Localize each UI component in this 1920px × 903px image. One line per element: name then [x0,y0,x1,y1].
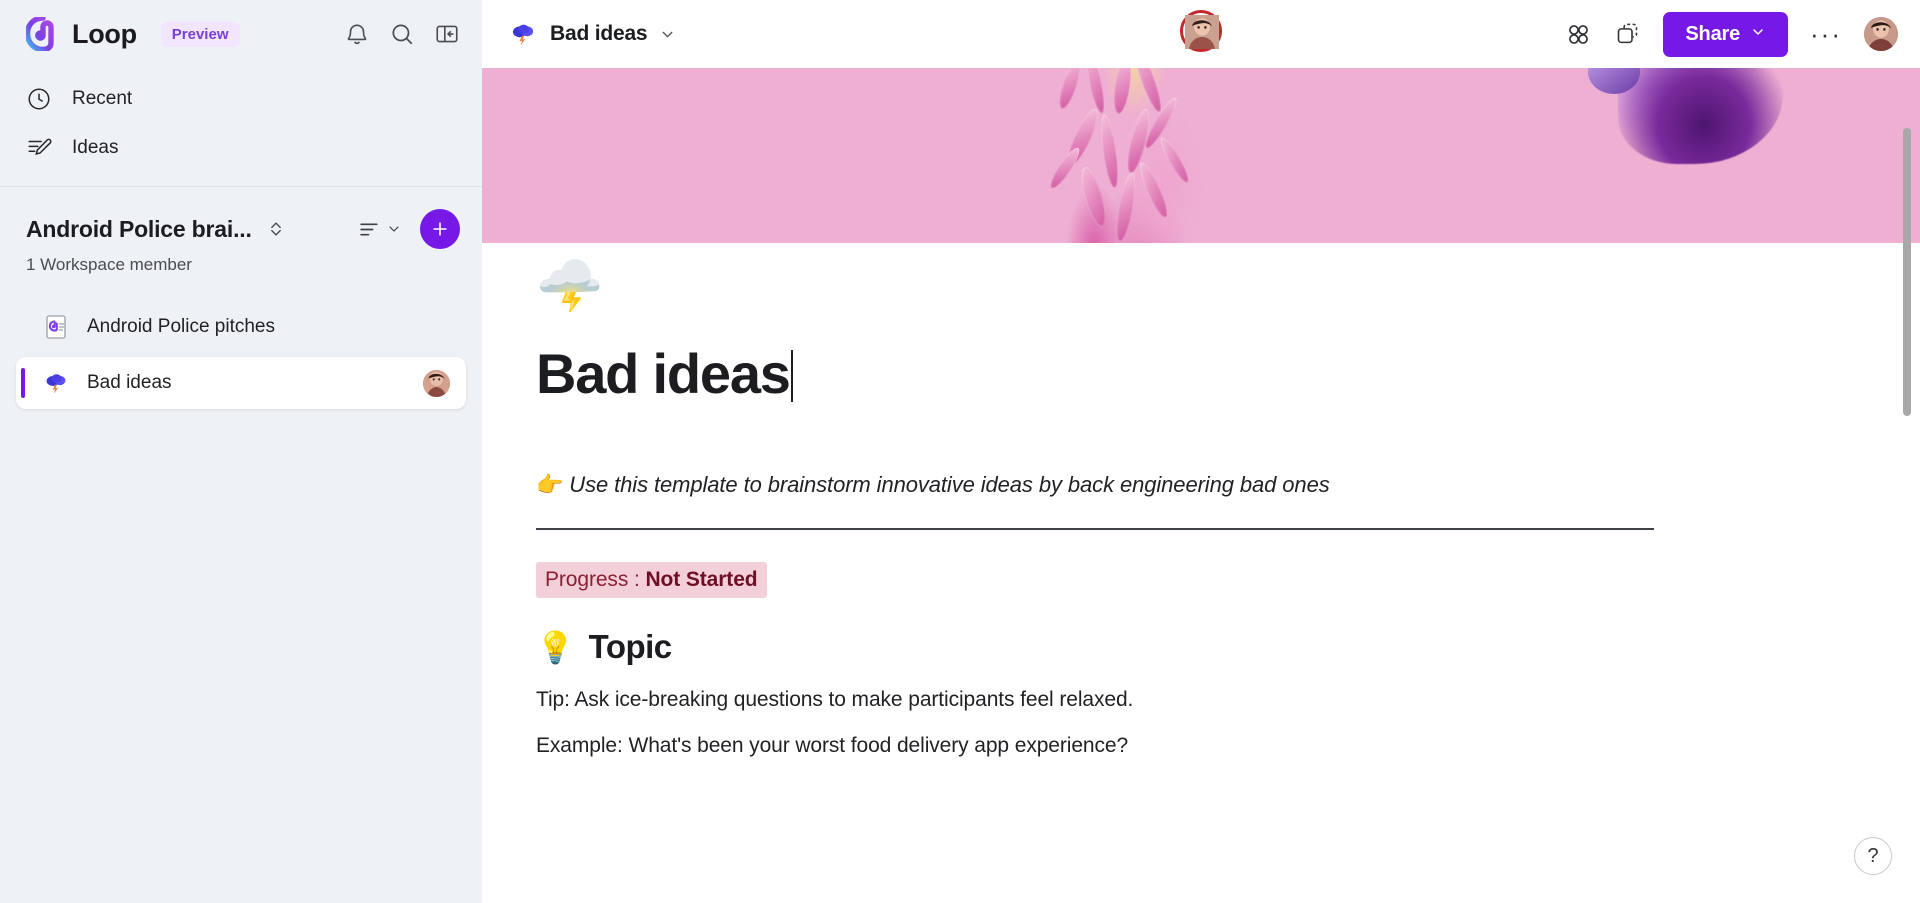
section-heading: 💡 Topic [536,628,1848,666]
document-body: 🌩️ Bad ideas 👉 Use this template to brain… [482,259,1920,798]
page-title-text: Bad ideas [536,342,791,405]
share-button[interactable]: Share [1663,11,1789,57]
scrollbar[interactable] [1902,68,1912,903]
page-list: Android Police pitches Bad ideas [0,301,482,409]
page-label: Bad ideas [87,372,172,393]
horizontal-rule [536,528,1654,530]
text-cursor [790,350,793,402]
clock-icon [26,86,52,112]
cover-blob-right [1618,68,1784,164]
cloud-lightning-emoji-icon [508,19,538,49]
workspace-title: Android Police brai... [26,215,252,242]
apps-grid-icon[interactable] [1565,21,1592,48]
preview-badge: Preview [160,21,240,47]
cloud-lightning-emoji-icon [42,369,70,397]
collapse-sidebar-icon[interactable] [434,21,460,47]
paragraph-tip[interactable]: Tip: Ask ice-breaking questions to make … [536,688,1848,712]
workspace-header: Android Police brai... 1 Workspace membe… [0,187,482,275]
workspace-members: 1 Workspace member [26,255,192,274]
chevron-down-icon [1750,23,1766,46]
search-icon[interactable] [389,21,415,47]
status-badge[interactable]: Progress : Not Started [536,562,767,598]
loop-page-icon [42,313,70,341]
progress-label: Progress : [545,568,646,591]
help-button[interactable]: ? [1854,837,1892,875]
paragraph-example[interactable]: Example: What's been your worst food del… [536,734,1848,758]
chevron-down-icon[interactable] [659,26,676,43]
loop-logo-icon [24,15,60,53]
document-name: Bad ideas [550,22,648,45]
document-subtitle[interactable]: 👉 Use this template to brainstorm innovat… [536,472,1848,498]
app-name: Loop [72,18,137,49]
add-page-button[interactable] [420,209,460,249]
sidebar-header-actions [344,21,460,47]
document-title-chip[interactable]: Bad ideas [508,19,676,49]
sidebar: Loop Preview Recent Ideas Android Police… [0,0,482,903]
collaborator-avatar[interactable] [1180,10,1222,52]
top-bar-actions: Share ··· [1565,11,1898,57]
page-label: Android Police pitches [87,316,275,337]
copy-component-icon[interactable] [1614,21,1641,48]
progress-value: Not Started [645,568,758,591]
scrollbar-thumb[interactable] [1903,128,1911,416]
sidebar-page-bad-ideas[interactable]: Bad ideas [16,357,466,409]
pencil-lines-icon [26,135,52,161]
sidebar-item-recent[interactable]: Recent [0,74,482,123]
document-subtitle-text: Use this template to brainstorm innovati… [569,472,1330,497]
pointing-right-emoji-icon: 👉 [536,472,564,497]
sidebar-item-ideas[interactable]: Ideas [0,123,482,172]
main-area: Bad ideas Share ··· 🌩️ Bad ideas 👉 Use t… [482,0,1920,903]
document-cover-image[interactable] [482,68,1920,243]
sidebar-page-android-police-pitches[interactable]: Android Police pitches [16,301,466,353]
notifications-icon[interactable] [344,21,370,47]
chevron-up-down-icon[interactable] [266,219,286,239]
top-bar: Bad ideas Share ··· [482,0,1920,68]
sort-lines-icon[interactable] [358,217,402,242]
document-emoji[interactable]: 🌩️ [536,259,1848,313]
cover-strands [1023,68,1263,243]
light-bulb-emoji-icon: 💡 [536,629,575,665]
document-scroll-area[interactable]: 🌩️ Bad ideas 👉 Use this template to brain… [482,68,1920,903]
sidebar-item-label: Recent [72,87,133,109]
loop-app-window: Loop Preview Recent Ideas Android Police… [0,0,1920,903]
share-label: Share [1685,22,1741,45]
page-title[interactable]: Bad ideas [536,341,793,406]
section-title[interactable]: Topic [589,628,673,666]
sidebar-header: Loop Preview [0,0,482,68]
avatar [423,369,450,397]
account-avatar[interactable] [1864,17,1898,51]
sidebar-nav: Recent Ideas [0,68,482,182]
sidebar-item-label: Ideas [72,136,119,158]
more-options-button[interactable]: ··· [1810,21,1842,47]
